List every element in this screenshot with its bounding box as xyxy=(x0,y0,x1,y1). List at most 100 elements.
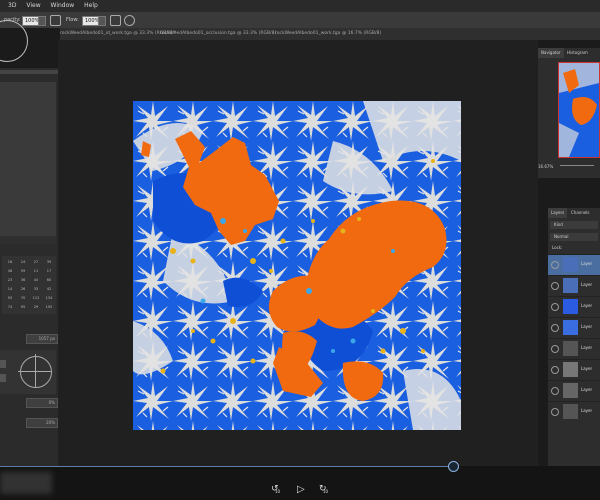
layer-row[interactable]: Layer xyxy=(548,275,600,296)
blurred-overlay xyxy=(0,472,52,494)
layer-thumbnail xyxy=(563,362,578,377)
layer-thumbnail xyxy=(563,257,578,272)
brush-tip-cell[interactable]: 27 xyxy=(30,258,42,266)
flow-dropdown-icon[interactable] xyxy=(98,16,106,26)
angle-circle-icon[interactable] xyxy=(20,356,52,388)
play-icon[interactable]: ▷ xyxy=(297,484,305,495)
brush-tip-cell[interactable]: 95 xyxy=(17,303,29,311)
layers-panel: Layers Channels Kind Normal Lock: Layer L… xyxy=(548,208,600,466)
tab-occlusion[interactable]: rockWeedAlbedo01_occlusion.tga @ 33.3% (… xyxy=(160,28,276,40)
tab-histogram[interactable]: Histogram xyxy=(564,48,591,58)
progress-knob[interactable] xyxy=(448,461,459,472)
menu-bar: 3D View Window Help xyxy=(0,0,600,12)
layer-name: Layer xyxy=(581,324,593,329)
angle-input[interactable] xyxy=(0,360,6,368)
flow-label: Flow: xyxy=(66,17,79,23)
brush-tip-cell[interactable]: 17 xyxy=(43,267,55,275)
opacity-dropdown-icon[interactable] xyxy=(38,16,46,26)
menu-help[interactable]: Help xyxy=(84,0,98,12)
brush-tip-cell[interactable]: 39 xyxy=(43,258,55,266)
brush-tip-grid[interactable]: 16 24 27 39 46 59 11 17 23 36 44 60 14 26 33 42 55 70 112 1… xyxy=(2,256,56,314)
tab-work[interactable]: rockWeedAlbedo01_work.tga @ 16.7% (RGB/8… xyxy=(275,28,381,40)
brush-tip-cell[interactable]: 46 xyxy=(4,267,16,275)
layer-name: Layer xyxy=(581,366,593,371)
document-tab-bar: rockWeedAlbedo01_id_work.tga @ 33.3% (RG… xyxy=(60,28,600,40)
menu-view[interactable]: View xyxy=(26,0,40,12)
brush-tip-cell[interactable]: 42 xyxy=(43,285,55,293)
tab-channels[interactable]: Channels xyxy=(568,208,593,218)
layer-filter-select[interactable]: Kind xyxy=(550,221,598,229)
hardness-field[interactable]: 0% xyxy=(26,398,58,408)
tab-navigator[interactable]: Navigator xyxy=(538,48,564,58)
lock-label: Lock: xyxy=(552,245,563,250)
brush-preset-list[interactable] xyxy=(0,82,56,242)
layer-row[interactable]: Layer xyxy=(548,338,600,359)
texture-image xyxy=(133,101,461,430)
layer-row[interactable]: Layer xyxy=(548,359,600,380)
pressure-size-icon[interactable] xyxy=(124,15,135,26)
eye-icon[interactable] xyxy=(551,324,559,332)
texture-canvas[interactable] xyxy=(133,101,461,430)
roundness-input[interactable] xyxy=(0,374,6,382)
brush-tip-cell[interactable]: 59 xyxy=(17,267,29,275)
options-bar: pacity: 100% Flow: 100% xyxy=(0,12,600,28)
forward-10-label: 10 xyxy=(323,489,329,494)
brush-tip-cell[interactable]: 24 xyxy=(17,258,29,266)
panel-scrollbar[interactable] xyxy=(0,236,56,244)
brush-tip-cell[interactable]: 16 xyxy=(4,258,16,266)
layer-row[interactable]: Layer xyxy=(548,296,600,317)
layer-row[interactable]: Layer xyxy=(548,401,600,422)
eye-icon[interactable] xyxy=(551,282,559,290)
zoom-slider[interactable] xyxy=(560,165,594,166)
brush-tip-cell[interactable]: 36 xyxy=(17,276,29,284)
layer-name: Layer xyxy=(581,345,593,350)
tab-id-work[interactable]: rockWeedAlbedo01_id_work.tga @ 33.3% (RG… xyxy=(60,28,176,40)
brush-tip-cell[interactable]: 74 xyxy=(4,303,16,311)
panel-header xyxy=(0,70,58,74)
tab-layers[interactable]: Layers xyxy=(548,208,568,218)
progress-track[interactable] xyxy=(0,466,455,467)
brush-tip-cell[interactable]: 23 xyxy=(4,276,16,284)
navigator-zoom[interactable]: 16.67% xyxy=(538,164,553,169)
brush-tip-cell[interactable]: 60 xyxy=(43,276,55,284)
eye-icon[interactable] xyxy=(551,387,559,395)
layer-thumbnail xyxy=(563,320,578,335)
eye-icon[interactable] xyxy=(551,345,559,353)
brush-tip-cell[interactable]: 112 xyxy=(30,294,42,302)
menu-window[interactable]: Window xyxy=(51,0,75,12)
brush-tip-cell[interactable]: 11 xyxy=(30,267,42,275)
layer-row[interactable]: Layer xyxy=(548,254,600,275)
brush-angle-box[interactable] xyxy=(0,350,56,394)
eye-icon[interactable] xyxy=(551,408,559,416)
brush-tip-cell[interactable]: 33 xyxy=(30,285,42,293)
brush-tip-cell[interactable]: 44 xyxy=(30,276,42,284)
navigator-panel: Navigator Histogram 16.67% xyxy=(538,48,600,178)
navigator-preview[interactable] xyxy=(558,62,600,158)
eye-icon[interactable] xyxy=(551,303,559,311)
spacing-field[interactable]: 20% xyxy=(26,418,58,428)
brush-panel: 16 24 27 39 46 59 11 17 23 36 44 60 14 26 33 42 55 70 112 1… xyxy=(0,68,58,500)
layer-name: Layer xyxy=(581,408,593,413)
eye-icon[interactable] xyxy=(551,366,559,374)
rewind-10-label: 10 xyxy=(275,489,281,494)
layer-thumbnail xyxy=(563,299,578,314)
menu-3d[interactable]: 3D xyxy=(8,0,16,12)
brush-tip-cell[interactable]: 134 xyxy=(43,294,55,302)
brush-tip-cell[interactable]: 26 xyxy=(17,285,29,293)
pressure-opacity-icon[interactable] xyxy=(50,15,61,26)
brush-tip-cell[interactable]: 70 xyxy=(17,294,29,302)
layer-thumbnail xyxy=(563,383,578,398)
layer-name: Layer xyxy=(581,282,593,287)
layer-thumbnail xyxy=(563,404,578,419)
layer-row[interactable]: Layer xyxy=(548,380,600,401)
brush-tip-cell[interactable]: 14 xyxy=(4,285,16,293)
airbrush-icon[interactable] xyxy=(110,15,121,26)
brush-tip-cell[interactable]: 29 xyxy=(30,303,42,311)
layer-row[interactable]: Layer xyxy=(548,317,600,338)
brush-size-field[interactable]: 1057 px xyxy=(26,334,58,344)
eye-icon[interactable] xyxy=(551,261,559,269)
layer-thumbnail xyxy=(563,278,578,293)
blend-mode-select[interactable]: Normal xyxy=(550,233,598,241)
brush-tip-cell[interactable]: 55 xyxy=(4,294,16,302)
brush-tip-cell[interactable]: 192 xyxy=(43,303,55,311)
